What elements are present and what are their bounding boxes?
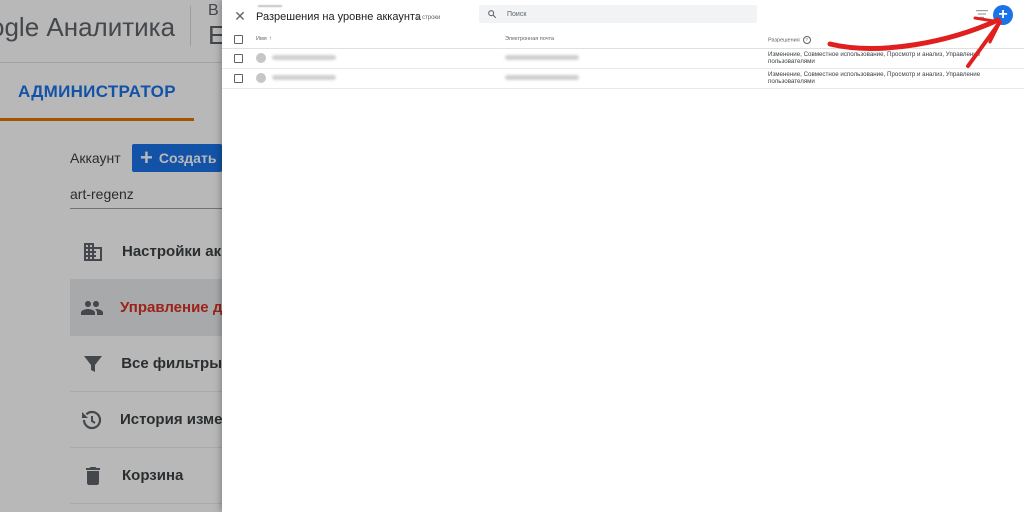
user-name-redacted — [272, 55, 336, 60]
permissions-table: Имя ↑ Электронная почта Разрешения? Измен… — [222, 30, 1024, 89]
table-header: Имя ↑ Электронная почта Разрешения? — [222, 30, 1024, 49]
permissions-cell: Изменение, Совместное использование, Про… — [768, 71, 981, 86]
help-icon[interactable]: ? — [802, 36, 811, 44]
row-checkbox[interactable] — [234, 74, 243, 83]
row-count: 2 строки — [417, 15, 441, 21]
modal-scrim[interactable] — [0, 0, 222, 512]
avatar — [256, 73, 266, 83]
panel-title: Разрешения на уровне аккаунта — [256, 11, 421, 23]
table-row[interactable]: Изменение, Совместное использование, Про… — [222, 49, 1024, 69]
sort-arrow-up-icon: ↑ — [268, 36, 272, 42]
column-header-permissions: Разрешения? — [768, 36, 811, 44]
search-box[interactable] — [479, 5, 757, 23]
breadcrumb-blurred: ▬▬▬▬ — [258, 3, 282, 9]
permissions-cell: Изменение, Совместное использование, Про… — [768, 51, 981, 66]
select-all-checkbox[interactable] — [234, 35, 243, 44]
table-row[interactable]: Изменение, Совместное использование, Про… — [222, 69, 1024, 89]
column-header-permissions-label: Разрешения — [768, 37, 800, 44]
column-header-name[interactable]: Имя ↑ — [256, 36, 272, 42]
close-icon[interactable]: ✕ — [232, 8, 248, 24]
user-email-redacted — [505, 75, 579, 80]
user-email-redacted — [505, 55, 579, 60]
search-input[interactable] — [505, 9, 739, 19]
column-header-email: Электронная почта — [505, 36, 555, 42]
filter-lines-icon[interactable] — [976, 10, 988, 18]
permissions-panel: ✕ ▬▬▬▬ Разрешения на уровне аккаунта 2 с… — [222, 0, 1024, 512]
row-checkbox[interactable] — [234, 54, 243, 63]
add-user-button[interactable]: + — [993, 5, 1013, 25]
avatar — [256, 53, 266, 63]
column-header-name-label: Имя — [256, 36, 267, 42]
search-icon — [487, 9, 497, 19]
user-name-redacted — [272, 75, 336, 80]
